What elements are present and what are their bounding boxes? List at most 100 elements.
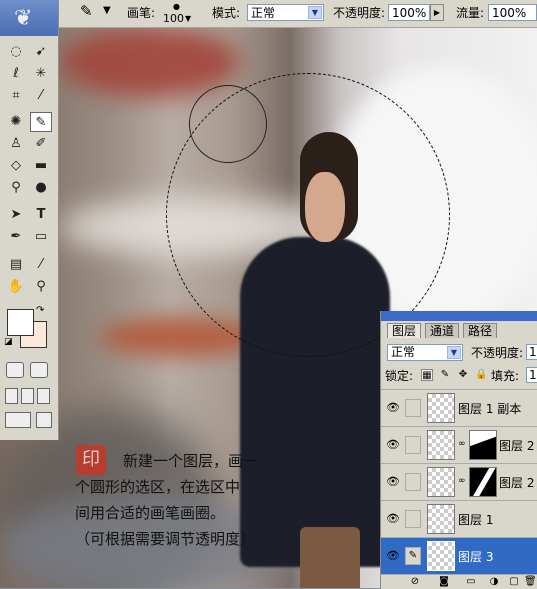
brush-icon[interactable]: ✎ xyxy=(405,547,421,565)
slice-icon[interactable]: ⁄ xyxy=(30,86,52,106)
lock-image-icon[interactable]: ✎ xyxy=(439,369,451,381)
history-brush-icon[interactable]: ✐ xyxy=(30,134,52,154)
standard-mode-icon[interactable] xyxy=(6,362,24,378)
marquee-icon[interactable]: ◌ xyxy=(5,42,27,62)
layer-row[interactable]: 👁 图层 1 xyxy=(381,500,537,537)
link-cell[interactable] xyxy=(405,473,421,491)
brush-tip-icon: ● xyxy=(173,2,180,11)
tutorial-caption: 新建一个图层，画一 个圆形的选区，在选区中 间用合适的画笔画圈。 （可根据需要调… xyxy=(75,448,325,552)
blurred-red-area xyxy=(60,27,240,97)
link-cell[interactable] xyxy=(405,436,421,454)
layer-row-selected[interactable]: 👁 ✎ 图层 3 xyxy=(381,537,537,574)
lock-label: 锁定: xyxy=(385,369,414,383)
layer-row[interactable]: 👁 ∞ 图层 2 . xyxy=(381,426,537,463)
crop-icon[interactable]: ⌗ xyxy=(5,86,27,106)
layer-name: 图层 2 . xyxy=(499,439,537,453)
dropdown-arrow-icon[interactable]: ▼ xyxy=(103,4,111,18)
dodge-icon[interactable]: ● xyxy=(30,178,52,198)
magic-wand-icon[interactable]: ✳ xyxy=(30,64,52,84)
checkbox-icon[interactable] xyxy=(36,412,52,428)
caption-line-1: 新建一个图层，画一 xyxy=(123,452,259,470)
layer-name: 图层 1 xyxy=(458,513,494,527)
layer-opacity-input[interactable]: 10 xyxy=(526,344,537,360)
mode-select[interactable]: 正常 ▼ xyxy=(247,4,324,21)
gradient-icon[interactable]: ▬ xyxy=(30,156,52,176)
new-layer-icon[interactable]: ▢ xyxy=(508,576,520,588)
fill-label: 填充: xyxy=(491,369,520,383)
layers-panel: 图层 通道 路径 正常 ▼ 不透明度: 10 锁定: ▦ ✎ ✥ 🔒 填充: 1… xyxy=(380,311,537,589)
opacity-label: 不透明度: xyxy=(333,6,386,20)
layer-style-icon[interactable]: ⊘ xyxy=(409,576,421,588)
tab-paths[interactable]: 路径 xyxy=(463,323,498,338)
brush-icon[interactable]: ✎ xyxy=(30,112,52,132)
shape-icon[interactable]: ▭ xyxy=(30,227,52,247)
layer-row[interactable]: 👁 ∞ 图层 2 xyxy=(381,463,537,500)
eye-icon[interactable]: 👁 xyxy=(385,512,401,526)
toolbox: ❦ ◌ ➹ ℓ ✳ ⌗ ⁄ ✺ ✎ ♙ ✐ ◇ ▬ ⚲ ● ➤ T ✒ ▭ ▤ … xyxy=(0,0,59,440)
fill-value: 1 xyxy=(529,368,537,382)
brush-label: 画笔: xyxy=(127,6,156,20)
brush-preset-picker[interactable]: ● 100 ▼ xyxy=(160,2,192,25)
brush-icon[interactable]: ✎ xyxy=(80,4,93,19)
move-icon[interactable]: ➹ xyxy=(30,42,52,62)
swap-colors-icon[interactable]: ↷ xyxy=(36,305,44,316)
eyedropper-icon[interactable]: ⁄ xyxy=(30,255,52,275)
caption-line-2: 个圆形的选区，在选区中 xyxy=(75,478,241,496)
path-select-icon[interactable]: ➤ xyxy=(5,205,27,225)
layer-opacity-value: 10 xyxy=(529,345,537,359)
foreground-color-swatch[interactable] xyxy=(7,309,34,336)
lock-all-icon[interactable]: 🔒 xyxy=(475,369,487,381)
new-set-icon[interactable]: ▭ xyxy=(465,576,477,588)
mode-label: 模式: xyxy=(212,6,241,20)
caption-line-3: 间用合适的画笔画圈。 xyxy=(75,504,226,522)
healing-icon[interactable]: ✺ xyxy=(5,112,27,132)
screen-mode-full-icon[interactable] xyxy=(37,388,50,404)
chevron-down-icon: ▼ xyxy=(447,346,461,359)
layer-name: 图层 1 副本 xyxy=(458,402,522,416)
panel-titlebar[interactable] xyxy=(381,311,537,321)
eye-icon[interactable]: 👁 xyxy=(385,549,401,563)
layer-row[interactable]: 👁 图层 1 副本 xyxy=(381,389,537,426)
default-colors-icon[interactable]: ◪ xyxy=(4,337,13,347)
adjustment-layer-icon[interactable]: ◑ xyxy=(488,576,500,588)
type-icon[interactable]: T xyxy=(30,205,52,225)
layer-thumbnail xyxy=(427,393,455,423)
layer-thumbnail xyxy=(427,430,455,460)
tab-channels[interactable]: 通道 xyxy=(425,323,460,338)
add-mask-icon[interactable]: ◙ xyxy=(438,576,450,588)
layer-mask-thumbnail[interactable] xyxy=(469,467,497,497)
chevron-right-icon[interactable]: ▶ xyxy=(430,4,444,21)
zoom-icon[interactable]: ⚲ xyxy=(30,277,52,297)
eye-icon[interactable]: 👁 xyxy=(385,438,401,452)
lock-position-icon[interactable]: ✥ xyxy=(457,369,469,381)
opacity-input[interactable]: 100% xyxy=(388,4,430,21)
trash-icon[interactable]: 🗑 xyxy=(524,576,537,588)
blur-icon[interactable]: ⚲ xyxy=(5,178,27,198)
tab-layers[interactable]: 图层 xyxy=(387,323,422,338)
eye-icon[interactable]: 👁 xyxy=(385,401,401,415)
link-cell[interactable] xyxy=(405,510,421,528)
fill-input[interactable]: 1 xyxy=(526,367,537,383)
eraser-icon[interactable]: ◇ xyxy=(5,156,27,176)
caption-line-4: （可根据需要调节透明度） xyxy=(75,530,256,548)
flow-input[interactable]: 100% xyxy=(488,4,537,21)
lock-transparent-icon[interactable]: ▦ xyxy=(421,369,433,381)
screen-mode-full-menu-icon[interactable] xyxy=(21,388,34,404)
stamp-icon[interactable]: ♙ xyxy=(5,134,27,154)
screen-mode-standard-icon[interactable] xyxy=(5,388,18,404)
hand-icon[interactable]: ✋ xyxy=(5,277,27,297)
lasso-icon[interactable]: ℓ xyxy=(5,64,27,84)
jump-to-imageready-icon[interactable] xyxy=(5,412,31,428)
eye-icon[interactable]: 👁 xyxy=(385,475,401,489)
pen-icon[interactable]: ✒ xyxy=(5,227,27,247)
link-cell[interactable] xyxy=(405,399,421,417)
quick-mask-icon[interactable] xyxy=(30,362,48,378)
layer-thumbnail xyxy=(427,467,455,497)
layer-mask-thumbnail[interactable] xyxy=(469,430,497,460)
layer-opacity-label: 不透明度: xyxy=(471,346,524,360)
feather-logo-icon: ❦ xyxy=(14,6,33,31)
notes-icon[interactable]: ▤ xyxy=(5,255,27,275)
flow-label: 流量: xyxy=(456,6,485,20)
blend-mode-select[interactable]: 正常 ▼ xyxy=(387,344,463,361)
toolbox-header: ❦ xyxy=(0,0,58,36)
